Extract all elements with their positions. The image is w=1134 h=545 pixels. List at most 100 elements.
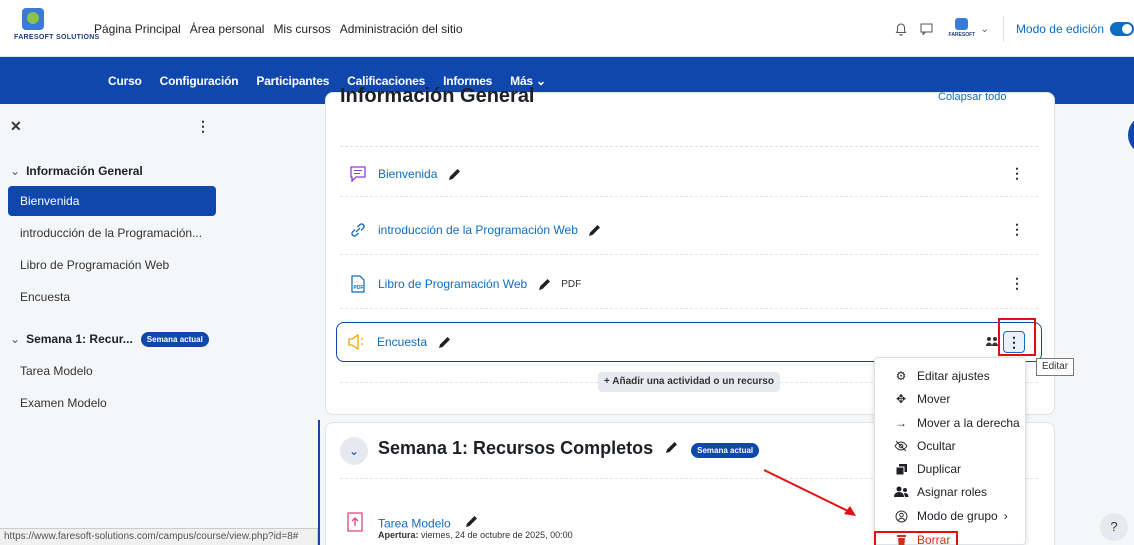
menu-item-duplicate[interactable]: Duplicar [875,458,1027,480]
browser-status-url: https://www.faresoft-solutions.com/campu… [0,528,318,545]
group-mode-icon[interactable] [985,336,999,351]
section-title-text: Semana 1: Recursos Completos [378,438,654,458]
help-button[interactable]: ? [1100,513,1128,541]
section-title-general: Información General [340,85,535,103]
course-index-section-general[interactable]: ⌄ Información General [10,164,143,178]
eye-slash-icon [893,440,909,452]
tab-course[interactable]: Curso [108,74,142,88]
current-week-badge: Semana actual [691,443,760,458]
pdf-file-icon: PDF [346,272,370,296]
activity-link[interactable]: Libro de Programación Web [378,277,527,291]
edit-mode-toggle[interactable] [1110,22,1134,36]
pencil-icon[interactable] [588,223,602,237]
pencil-icon[interactable] [464,514,478,528]
divider [340,196,1038,197]
pencil-icon[interactable] [447,167,461,181]
right-drawer-toggle[interactable] [1128,115,1134,155]
menu-item-hide[interactable]: Ocultar [875,435,1027,457]
group-mode-icon [893,510,909,523]
tab-participants[interactable]: Participantes [256,74,329,88]
pencil-icon[interactable] [664,441,678,455]
activity-link[interactable]: introducción de la Programación Web [378,223,578,237]
course-index-item-tarea[interactable]: Tarea Modelo [8,356,216,386]
pencil-icon[interactable] [537,277,551,291]
course-index-drawer: ✕ ⋮ ⌄ Información General Bienvenida intr… [0,104,222,545]
tab-settings[interactable]: Configuración [160,74,239,88]
collapse-all-link[interactable]: Colapsar todo [938,91,1007,104]
menu-item-move[interactable]: ✥ Mover [875,388,1027,410]
section-title: Semana 1: Recur... [26,332,133,346]
gear-icon: ⚙ [895,369,907,383]
activity-actions-dropdown: ⚙ Editar ajustes ✥ Mover → Mover a la derec… [874,357,1026,545]
chevron-down-icon[interactable]: ⌄ [340,437,368,465]
course-index-item-libro[interactable]: Libro de Programación Web [8,250,216,280]
add-activity-button[interactable]: + Añadir una actividad o un recurso [598,372,780,392]
top-navbar: FARESOFT SOLUTIONS Página Principal Área… [0,0,1134,57]
arrow-right-icon: → [895,416,907,430]
primary-nav: Página Principal Área personal Mis curso… [94,22,463,36]
course-index-item-examen[interactable]: Examen Modelo [8,388,216,418]
pencil-icon[interactable] [437,335,451,349]
chevron-right-icon: › [1003,509,1008,523]
chevron-down-icon: ⌄ [536,74,546,88]
nav-home[interactable]: Página Principal [94,22,181,36]
course-index-section-week1[interactable]: ⌄ Semana 1: Recur... Semana actual [10,332,209,347]
activity-libro[interactable]: PDF Libro de Programación Web PDF ⋮ [340,270,1038,298]
menu-item-label: Ocultar [917,439,956,453]
menu-item-move-right[interactable]: → Mover a la derecha [875,412,1027,434]
activity-actions-menu[interactable]: ⋮ [1010,276,1024,290]
more-options-icon[interactable]: ⋮ [196,118,210,135]
duplicate-icon [893,463,909,476]
chevron-down-icon: ⌄ [10,164,21,178]
activity-link[interactable]: Bienvenida [378,167,437,181]
avatar-text: FARESOFT [948,32,976,38]
activity-actions-menu[interactable]: ⋮ [1010,166,1024,180]
menu-item-group-mode[interactable]: Modo de grupo › [875,505,1027,527]
open-value: viernes, 24 de octubre de 2025, 00:00 [421,530,573,540]
move-icon: ✥ [895,392,907,406]
chevron-down-icon: ⌄ [10,332,21,346]
section-title-week1: Semana 1: Recursos Completos Semana actu… [378,438,760,459]
file-type-label: PDF [561,278,582,290]
page-icon [346,162,370,186]
logo-mark-icon [22,8,44,30]
bell-icon[interactable] [891,22,911,36]
menu-item-label: Editar ajustes [917,369,990,383]
menu-item-label: Modo de grupo [917,509,998,523]
menu-item-edit-settings[interactable]: ⚙ Editar ajustes [875,365,1027,387]
divider [1002,16,1004,42]
annotation-highlight-box [998,318,1036,356]
chat-icon[interactable] [917,23,937,35]
activity-bienvenida[interactable]: Bienvenida ⋮ [340,160,1038,188]
divider [340,254,1038,255]
activity-link[interactable]: Encuesta [377,335,427,349]
menu-item-assign-roles[interactable]: Asignar roles [875,481,1027,503]
chevron-down-icon[interactable]: ⌄ [981,24,989,35]
activity-encuesta[interactable]: Encuesta ⋮ [336,322,1042,362]
edit-mode-label[interactable]: Modo de edición [1016,22,1104,36]
menu-item-label: Mover [917,392,951,406]
users-icon [893,486,909,498]
course-index-item-encuesta[interactable]: Encuesta [8,282,216,312]
menu-item-label: Duplicar [917,462,962,476]
site-logo[interactable]: FARESOFT SOLUTIONS [14,8,99,48]
nav-site-admin[interactable]: Administración del sitio [340,22,463,36]
activity-intro[interactable]: introducción de la Programación Web ⋮ [340,216,1038,244]
assignment-upload-icon [346,512,364,535]
open-label: Apertura: [378,530,419,540]
current-section-indicator [318,420,320,545]
course-index-item-intro[interactable]: introducción de la Programación... [8,218,216,248]
course-index-item-bienvenida[interactable]: Bienvenida [8,186,216,216]
activity-open-date: Apertura: viernes, 24 de octubre de 2025… [378,530,573,540]
link-icon [346,218,370,242]
avatar[interactable]: FARESOFT [947,17,977,41]
nav-personal-area[interactable]: Área personal [190,22,265,36]
annotation-arrow [763,469,856,516]
user-controls: FARESOFT ⌄ Modo de edición [891,16,1134,42]
nav-my-courses[interactable]: Mis cursos [273,22,330,36]
activity-link[interactable]: Tarea Modelo [378,514,478,531]
svg-text:PDF: PDF [354,285,364,291]
activity-actions-menu[interactable]: ⋮ [1010,222,1024,236]
close-icon[interactable]: ✕ [10,118,22,135]
menu-item-label: Asignar roles [917,485,988,499]
